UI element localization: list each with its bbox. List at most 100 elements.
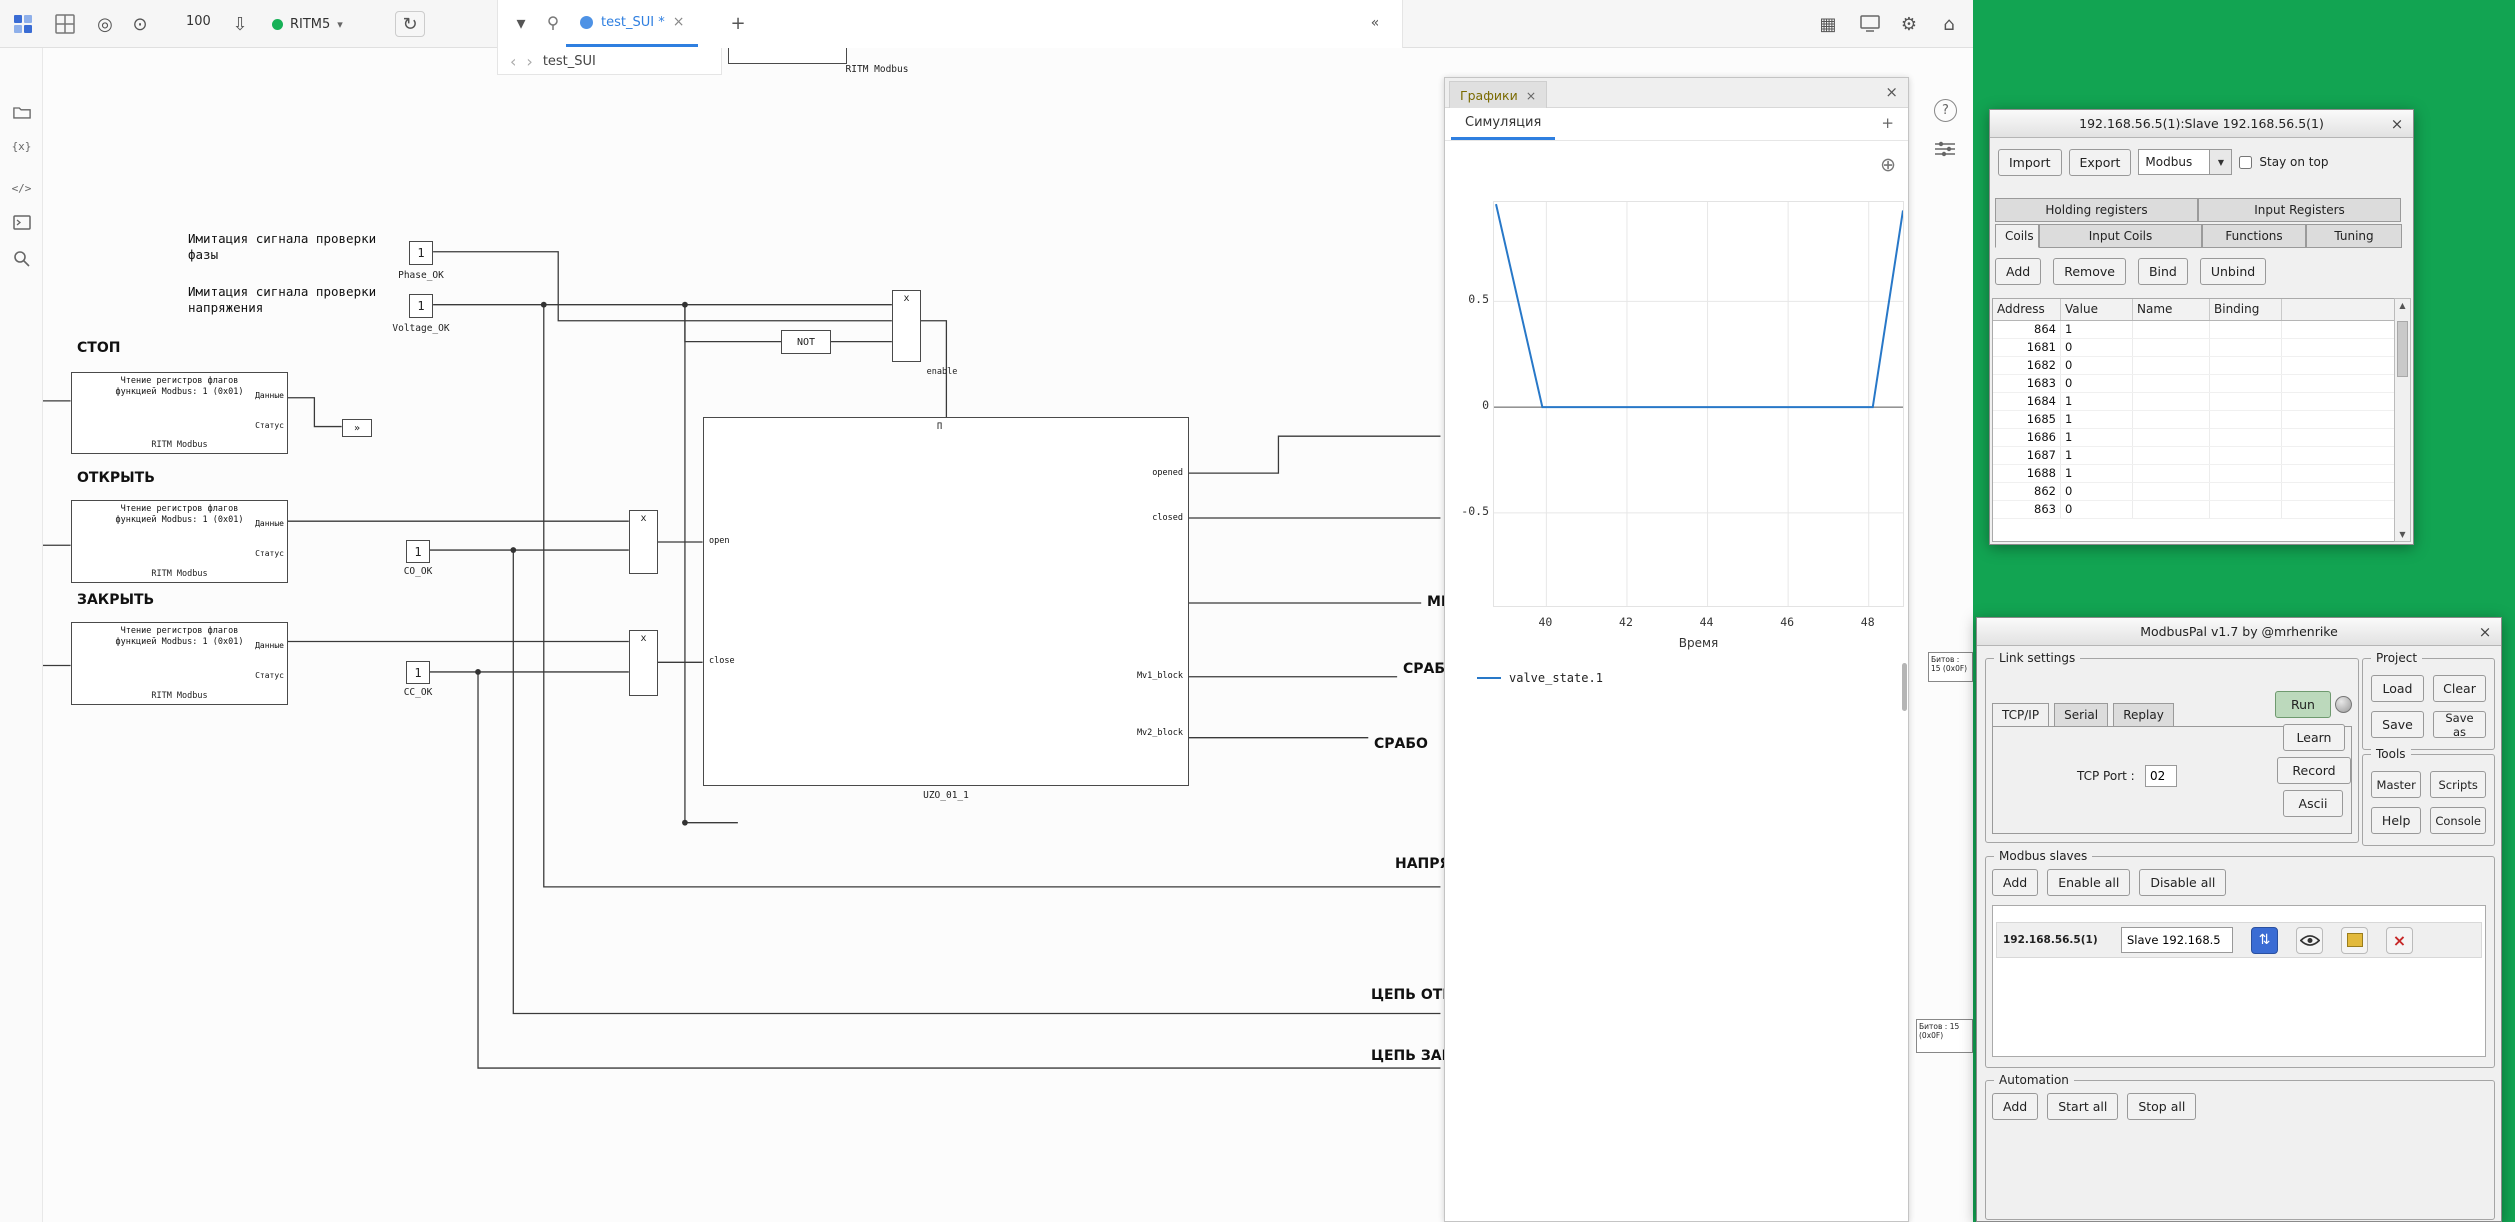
output-arrow-block[interactable]: » (342, 419, 372, 437)
disable-all-button[interactable]: Disable all (2139, 869, 2226, 896)
table-row[interactable]: 16830 (1993, 375, 2395, 393)
simulation-plot[interactable] (1493, 201, 1904, 607)
import-button[interactable]: Import (1998, 149, 2062, 176)
nav-back-icon[interactable]: ‹ (510, 52, 516, 71)
bind-button[interactable]: Bind (2138, 258, 2188, 285)
tab-holding-registers[interactable]: Holding registers (1995, 198, 2198, 222)
table-row[interactable]: 16820 (1993, 357, 2395, 375)
add-chart-tab-icon[interactable]: + (1881, 114, 1894, 132)
console-button[interactable]: Console (2430, 807, 2486, 834)
tab-simulation[interactable]: Симуляция (1451, 108, 1555, 140)
table-row[interactable]: 16841 (1993, 393, 2395, 411)
table-row[interactable]: 8630 (1993, 501, 2395, 519)
charts-title-tab[interactable]: Графики × (1449, 81, 1547, 108)
zoom-out-icon[interactable]: ◎ (90, 9, 120, 39)
refresh-icon[interactable]: ↻ (395, 11, 425, 37)
table-scrollbar[interactable]: ▲ ▼ (2394, 298, 2411, 542)
clear-button[interactable]: Clear (2433, 675, 2486, 702)
var-label-close-circuit[interactable]: ЦЕПЬ ЗАК (1371, 1048, 1453, 1064)
slave-list-item[interactable]: 192.168.56.5(1) ⇅ × (1996, 922, 2482, 958)
record-button[interactable]: Record (2277, 757, 2351, 784)
slave-eye-icon[interactable] (2296, 927, 2323, 954)
slave-registers-icon[interactable] (2341, 927, 2368, 954)
learn-button[interactable]: Learn (2283, 724, 2345, 751)
modbus-read-block-close[interactable]: Чтение регистров флаговфункцией Modbus: … (71, 622, 288, 705)
slave-name-input[interactable] (2121, 927, 2233, 953)
slave-swap-icon[interactable]: ⇅ (2251, 927, 2278, 954)
panels-icon[interactable]: ▦ (1813, 9, 1843, 39)
save-as-button[interactable]: Save as (2433, 711, 2486, 738)
scroll-down-icon[interactable]: ▼ (2395, 530, 2410, 539)
mul-block-2[interactable]: x (629, 630, 658, 696)
scroll-thumb[interactable] (2397, 321, 2408, 377)
charts-scrollbar[interactable] (1902, 663, 1907, 711)
format-combobox[interactable]: Modbus ▼ (2138, 149, 2232, 175)
remove-register-button[interactable]: Remove (2053, 258, 2126, 285)
zoom-level-value[interactable]: 100 (186, 14, 211, 29)
layout-grid-icon[interactable] (50, 9, 80, 39)
mul-block-3[interactable]: x (892, 290, 921, 362)
table-row[interactable]: 16810 (1993, 339, 2395, 357)
add-automation-button[interactable]: Add (1992, 1093, 2038, 1120)
tab-test-sui[interactable]: test_SUI * × (566, 0, 698, 47)
heading-stop[interactable]: СТОП (77, 340, 120, 356)
combobox-arrow-icon[interactable]: ▼ (2210, 149, 2232, 175)
download-icon[interactable]: ⇩ (225, 9, 255, 39)
load-button[interactable]: Load (2371, 675, 2424, 702)
zoom-in-icon[interactable]: ⊙ (125, 9, 155, 39)
add-curve-icon[interactable]: ⊕ (1880, 154, 1896, 176)
modbus-read-block-stop[interactable]: Чтение регистров флаговфункцией Modbus: … (71, 372, 288, 454)
table-row[interactable]: 16871 (1993, 447, 2395, 465)
sliders-icon[interactable] (1932, 138, 1958, 160)
device-selector[interactable]: RITM5 ▾ (262, 9, 353, 39)
home-icon[interactable]: ⌂ (1934, 9, 1964, 39)
scroll-up-icon[interactable]: ▲ (2395, 301, 2410, 310)
export-button[interactable]: Export (2069, 149, 2132, 176)
charts-panel-close-icon[interactable]: × (1885, 83, 1898, 101)
breadcrumb-item[interactable]: test_SUI (543, 54, 596, 69)
scripts-button[interactable]: Scripts (2430, 771, 2486, 798)
enable-all-button[interactable]: Enable all (2047, 869, 2130, 896)
files-icon[interactable] (7, 98, 36, 127)
chart-legend[interactable]: valve_state.1 (1477, 671, 1603, 685)
slave-window-titlebar[interactable]: 192.168.56.5(1):Slave 192.168.56.5(1) × (1990, 110, 2413, 138)
variables-icon[interactable]: {x} (7, 132, 36, 161)
stay-on-top-checkbox[interactable] (2239, 156, 2252, 169)
connect-icon[interactable] (538, 8, 568, 38)
table-row[interactable]: 8620 (1993, 483, 2395, 501)
table-row[interactable]: 16881 (1993, 465, 2395, 483)
var-label-srabo-2[interactable]: СРАБО (1374, 736, 1428, 752)
terminal-icon[interactable] (7, 208, 36, 237)
slave-window-close-icon[interactable]: × (2387, 114, 2407, 134)
help-icon[interactable]: ? (1934, 99, 1957, 122)
modbuspal-close-icon[interactable]: × (2475, 622, 2495, 642)
tcp-port-input[interactable] (2145, 765, 2177, 787)
tab-tcpip[interactable]: TCP/IP (1992, 703, 2049, 727)
unbind-button[interactable]: Unbind (2200, 258, 2266, 285)
clipped-top-block[interactable] (728, 48, 847, 64)
heading-close[interactable]: ЗАКРЫТЬ (77, 592, 154, 608)
start-all-button[interactable]: Start all (2047, 1093, 2118, 1120)
main-function-block[interactable]: П open close opened closed Mv1_block Mv2… (703, 417, 1189, 786)
table-row[interactable]: 16851 (1993, 411, 2395, 429)
tab-chevron-icon[interactable]: ▾ (506, 8, 536, 38)
tab-input-registers[interactable]: Input Registers (2198, 198, 2401, 222)
code-icon[interactable]: </> (7, 174, 36, 203)
note-phase-check[interactable]: Имитация сигнала проверки фазы (188, 231, 376, 263)
const-block-cc[interactable]: 1 (406, 661, 430, 684)
heading-open[interactable]: ОТКРЫТЬ (77, 470, 155, 486)
gear-icon[interactable]: ⚙ (1894, 9, 1924, 39)
tab-serial[interactable]: Serial (2054, 703, 2108, 727)
stop-all-button[interactable]: Stop all (2127, 1093, 2196, 1120)
tab-functions[interactable]: Functions (2202, 224, 2306, 248)
save-button[interactable]: Save (2371, 711, 2424, 738)
add-slave-button[interactable]: Add (1992, 869, 2038, 896)
ascii-button[interactable]: Ascii (2283, 790, 2343, 817)
const-block-phase[interactable]: 1 (409, 241, 433, 265)
note-voltage-check[interactable]: Имитация сигнала проверки напряжения (188, 284, 376, 316)
add-register-button[interactable]: Add (1995, 258, 2041, 285)
tab-tuning[interactable]: Tuning (2306, 224, 2402, 248)
help-button[interactable]: Help (2371, 807, 2421, 834)
const-block-co[interactable]: 1 (406, 540, 430, 563)
monitor-icon[interactable] (1855, 9, 1885, 39)
